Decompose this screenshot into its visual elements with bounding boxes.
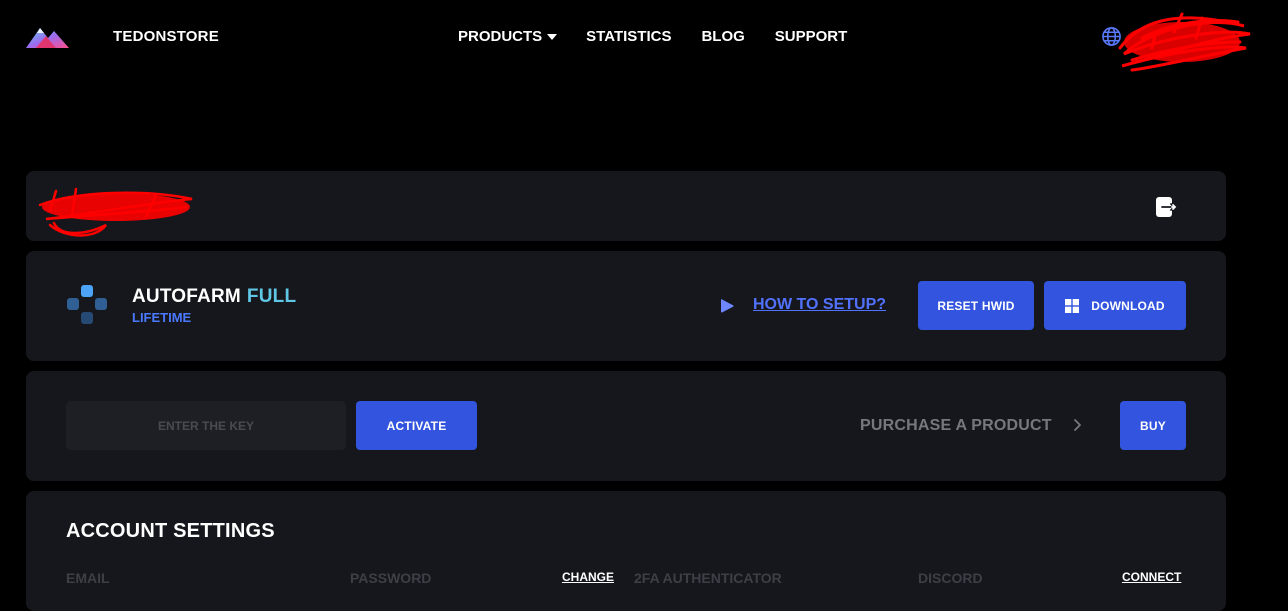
buy-button[interactable]: BUY (1120, 401, 1186, 450)
license-type: LIFETIME (132, 310, 192, 325)
product-dots-icon (67, 285, 107, 324)
logout-icon[interactable] (1154, 195, 1178, 219)
product-panel: AUTOFARM FULL LIFETIME HOW TO SETUP? RESE… (26, 251, 1226, 361)
caret-down-icon[interactable] (547, 33, 558, 40)
change-password-link[interactable]: CHANGE (562, 570, 614, 584)
password-label: PASSWORD (350, 570, 432, 586)
download-label: DOWNLOAD (1091, 298, 1165, 313)
nav-support[interactable]: SUPPORT (775, 28, 848, 45)
chevron-right-icon (1074, 419, 1081, 431)
nav-statistics[interactable]: STATISTICS (586, 28, 671, 45)
activate-button[interactable]: ACTIVATE (356, 401, 477, 450)
play-icon[interactable] (718, 297, 736, 315)
redaction-scribble (1118, 12, 1251, 72)
nav-products-label[interactable]: PRODUCTS (458, 28, 542, 45)
brand-name[interactable]: TEDONSTORE (113, 28, 219, 45)
main-nav: PRODUCTS STATISTICS BLOG SUPPORT (458, 28, 877, 45)
discord-label: DISCORD (918, 570, 983, 586)
reset-hwid-button[interactable]: RESET HWID (918, 281, 1034, 330)
twofa-label: 2FA AUTHENTICATOR (634, 570, 782, 586)
account-settings-panel: ACCOUNT SETTINGS EMAIL PASSWORD CHANGE 2… (26, 491, 1226, 611)
email-label: EMAIL (66, 570, 110, 586)
nav-products[interactable]: PRODUCTS (458, 28, 558, 45)
tedonstore-logo[interactable] (26, 24, 69, 49)
product-title: AUTOFARM (132, 286, 241, 307)
connect-discord-link[interactable]: CONNECT (1122, 570, 1181, 584)
download-button[interactable]: DOWNLOAD (1044, 281, 1186, 330)
activation-panel: ACTIVATE PURCHASE A PRODUCT BUY (26, 371, 1226, 481)
redaction-scribble (38, 187, 193, 237)
user-panel (26, 171, 1226, 241)
product-name: AUTOFARM FULL (132, 286, 296, 308)
settings-title: ACCOUNT SETTINGS (66, 520, 275, 542)
top-navigation: TEDONSTORE PRODUCTS STATISTICS BLOG SUPP… (0, 0, 1288, 72)
product-variant: FULL (246, 286, 297, 307)
how-to-setup-link[interactable]: HOW TO SETUP? (753, 296, 886, 314)
windows-icon (1065, 298, 1080, 313)
nav-blog[interactable]: BLOG (701, 28, 744, 45)
license-key-input[interactable] (66, 401, 346, 450)
purchase-product-link[interactable]: PURCHASE A PRODUCT (860, 417, 1052, 435)
